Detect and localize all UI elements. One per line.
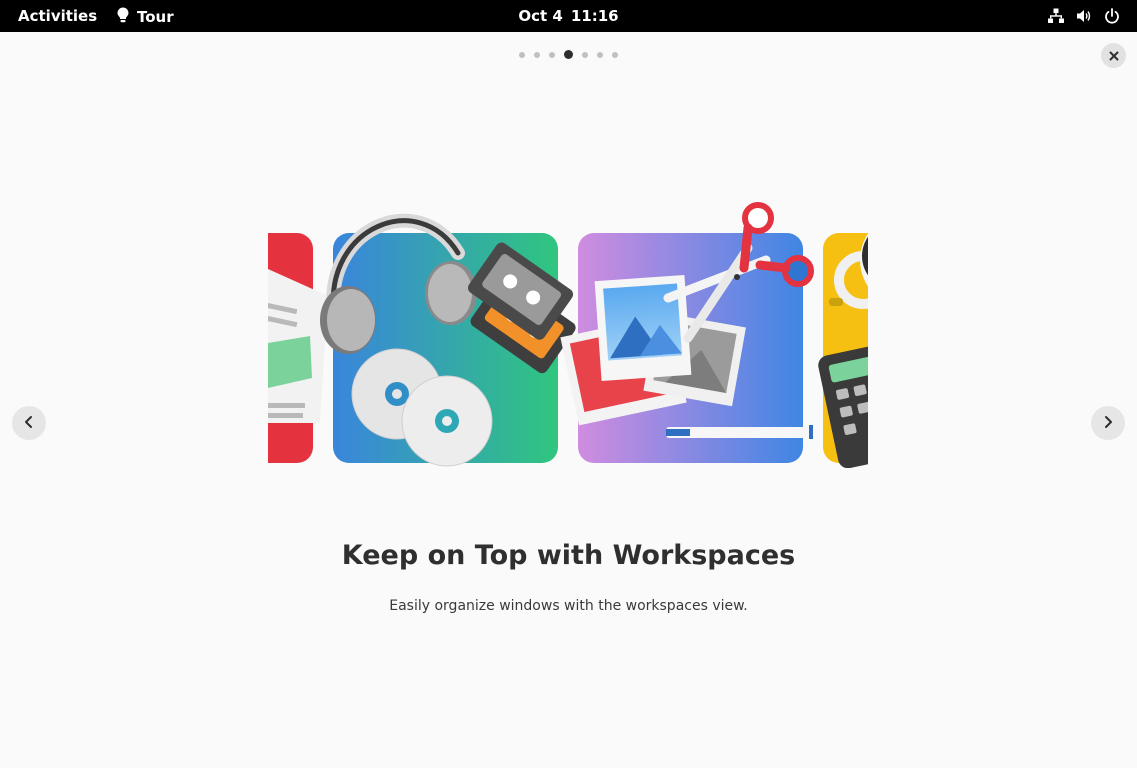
- photos-edit-tile: [560, 202, 814, 463]
- top-bar: Activities Tour Oct 4 11:16: [0, 0, 1137, 32]
- close-button[interactable]: [1101, 43, 1126, 68]
- page-dot[interactable]: [534, 52, 540, 58]
- clock-date[interactable]: Oct 4: [518, 7, 562, 25]
- music-media-tile: [320, 213, 576, 467]
- activities-button[interactable]: Activities: [18, 7, 97, 25]
- page-dot[interactable]: [519, 52, 525, 58]
- documents-tile: [268, 233, 328, 463]
- power-icon[interactable]: [1103, 7, 1121, 25]
- slide-description: Easily organize windows with the workspa…: [389, 598, 748, 614]
- lightbulb-icon: [117, 7, 137, 27]
- app-name: Tour: [137, 8, 174, 26]
- volume-icon[interactable]: [1075, 7, 1093, 25]
- page-dot[interactable]: [597, 52, 603, 58]
- page-dot[interactable]: [582, 52, 588, 58]
- slide-title: Keep on Top with Workspaces: [341, 540, 796, 571]
- page-dot[interactable]: [549, 52, 555, 58]
- page-indicator: [0, 50, 1137, 59]
- app-menu[interactable]: Tour: [117, 7, 174, 27]
- network-icon[interactable]: [1047, 7, 1065, 25]
- workspaces-illustration: [268, 198, 868, 468]
- page-dot-active[interactable]: [564, 50, 573, 59]
- chevron-right-icon: [1102, 414, 1114, 433]
- previous-button[interactable]: [12, 406, 46, 440]
- page-dot[interactable]: [612, 52, 618, 58]
- system-menu[interactable]: [1047, 7, 1121, 25]
- next-button[interactable]: [1091, 406, 1125, 440]
- utilities-tile: [818, 233, 868, 468]
- chevron-left-icon: [23, 414, 35, 433]
- close-icon: [1109, 46, 1119, 65]
- clock-time[interactable]: 11:16: [571, 7, 619, 25]
